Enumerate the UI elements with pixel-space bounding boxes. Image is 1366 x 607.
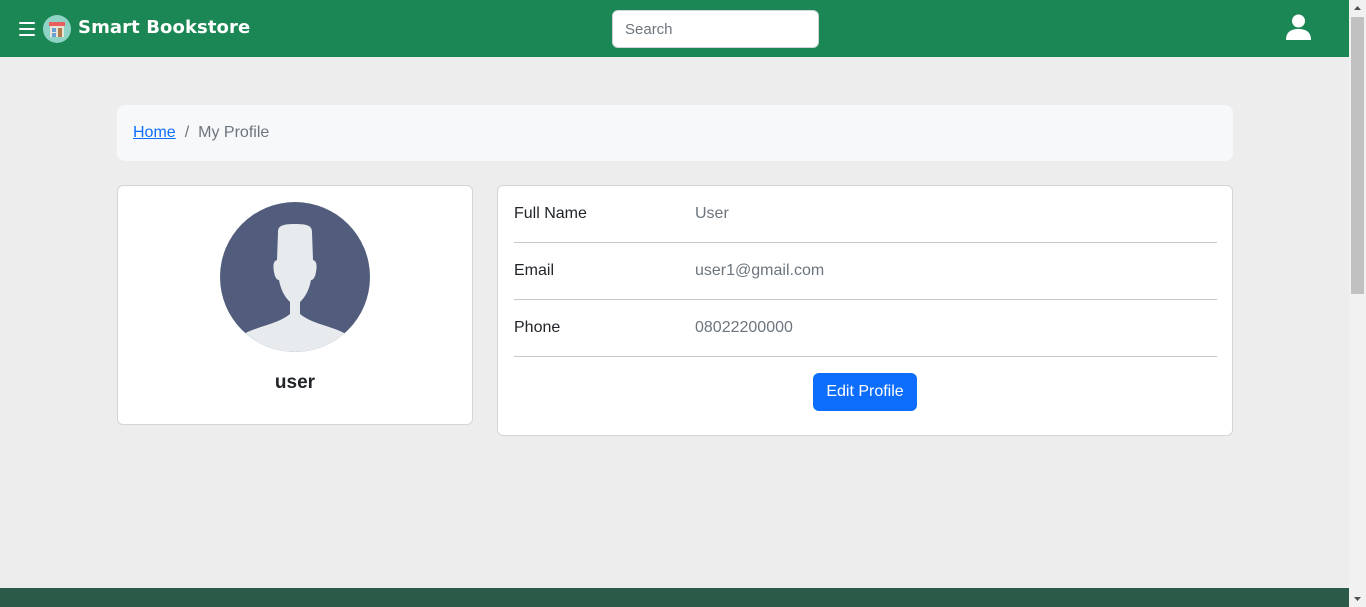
scroll-up-arrow-icon[interactable] (1349, 0, 1366, 17)
scrollbar-thumb[interactable] (1351, 17, 1364, 294)
breadcrumb: Home / My Profile (117, 105, 1233, 161)
detail-value: User (695, 205, 729, 222)
scroll-down-arrow-icon[interactable] (1349, 590, 1366, 607)
profile-details-card: Full Name User Email user1@gmail.com Pho… (497, 185, 1233, 436)
bookstore-logo-icon[interactable] (43, 15, 71, 43)
profile-card: user (117, 185, 473, 425)
avatar (220, 202, 370, 352)
detail-label: Email (514, 262, 555, 279)
breadcrumb-separator: / (184, 124, 190, 141)
brand-title[interactable]: Smart Bookstore (78, 17, 250, 38)
top-navbar: Smart Bookstore (0, 0, 1349, 57)
detail-value: user1@gmail.com (695, 262, 825, 279)
footer (0, 588, 1349, 607)
detail-value: 08022200000 (695, 319, 793, 336)
user-account-icon[interactable] (1286, 14, 1311, 40)
profile-username: user (274, 372, 316, 393)
vertical-scrollbar[interactable] (1349, 0, 1366, 607)
hamburger-menu-icon[interactable] (19, 22, 35, 36)
detail-row-email: Email user1@gmail.com (514, 243, 1217, 300)
detail-label: Full Name (514, 205, 587, 222)
detail-label: Phone (514, 319, 561, 336)
detail-row-phone: Phone 08022200000 (514, 300, 1217, 357)
detail-row-full-name: Full Name User (514, 186, 1217, 243)
edit-profile-button[interactable]: Edit Profile (813, 373, 917, 411)
breadcrumb-home-link[interactable]: Home (133, 124, 176, 142)
breadcrumb-current: My Profile (198, 124, 270, 141)
search-input[interactable] (612, 10, 819, 48)
